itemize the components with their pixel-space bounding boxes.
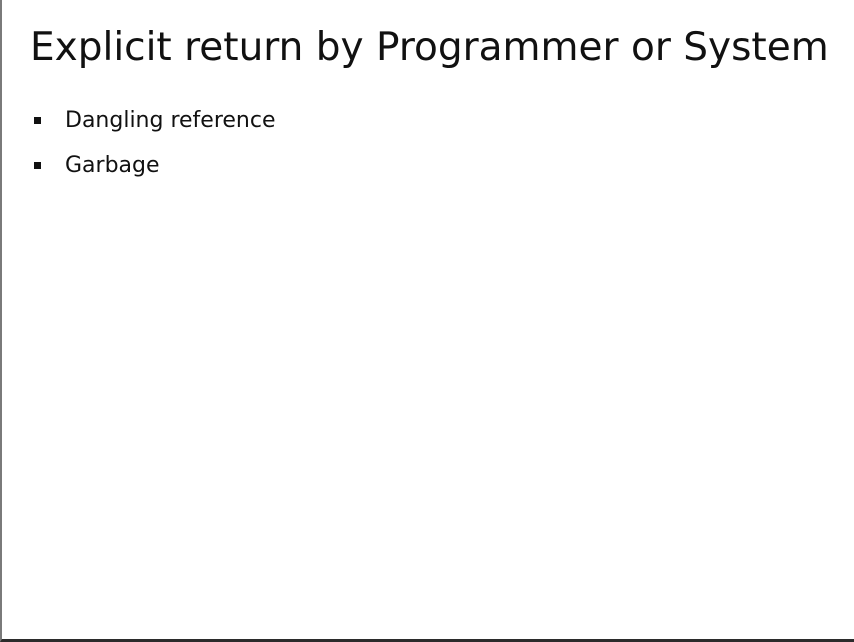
slide-title: Explicit return by Programmer or System xyxy=(30,25,829,70)
bullet-item: Dangling reference xyxy=(32,98,276,143)
square-bullet-icon xyxy=(34,162,41,169)
bullet-list: Dangling reference Garbage xyxy=(32,98,276,188)
bullet-text-garbage: Garbage xyxy=(65,152,160,178)
square-bullet-icon xyxy=(34,117,41,124)
bullet-item: Garbage xyxy=(32,143,276,188)
bullet-text-dangling-reference: Dangling reference xyxy=(65,107,276,133)
slide: Explicit return by Programmer or System … xyxy=(0,0,854,642)
